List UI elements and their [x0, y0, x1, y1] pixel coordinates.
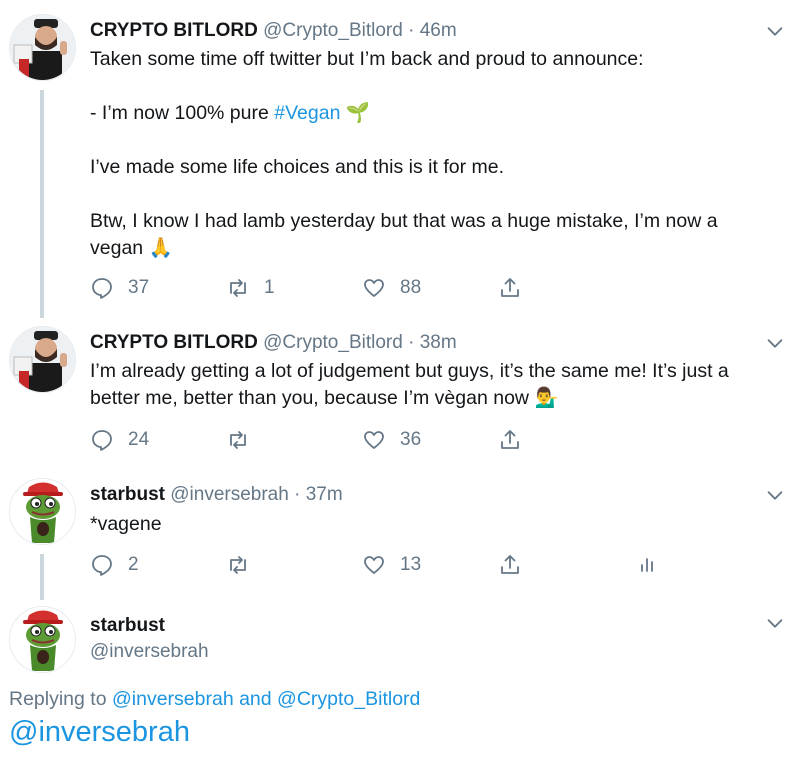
- display-name[interactable]: CRYPTO BITLORD: [90, 332, 258, 353]
- heart-icon: [364, 279, 384, 297]
- reply-user-link[interactable]: @Crypto_Bitlord: [277, 688, 420, 710]
- tweet-actions: 24 36: [90, 428, 690, 452]
- tweet-header: starbust @inversebrah · 37m: [90, 483, 343, 507]
- chevron-down-icon[interactable]: [764, 484, 786, 506]
- replying-prefix: Replying to: [9, 688, 112, 710]
- hashtag-link[interactable]: #Vegan: [274, 102, 340, 124]
- reply-icon: [92, 430, 112, 451]
- display-name[interactable]: starbust: [90, 613, 209, 639]
- tweet-line: I’m already getting a lot of judgement b…: [90, 360, 729, 382]
- display-name[interactable]: CRYPTO BITLORD: [90, 20, 258, 41]
- tweet-line-text: - I’m now 100% pure: [90, 102, 275, 124]
- tweet-line: vegan 🙏: [90, 235, 770, 262]
- tweet-actions: 37 1 88: [90, 276, 690, 300]
- tweet-line: *vagene: [90, 513, 162, 535]
- pray-emoji: 🙏: [148, 237, 173, 259]
- avatar[interactable]: [9, 14, 76, 81]
- timestamp[interactable]: 38m: [420, 332, 457, 353]
- reply-button[interactable]: 37: [90, 276, 149, 300]
- reply-icon: [92, 555, 112, 576]
- user-handle[interactable]: @Crypto_Bitlord: [263, 332, 403, 353]
- tweet-line: Btw, I know I had lamb yesterday but tha…: [90, 210, 718, 232]
- reply-count: 2: [128, 554, 139, 575]
- retweet-icon: [230, 279, 246, 297]
- reply-count: 24: [128, 429, 150, 450]
- like-button[interactable]: 13: [362, 553, 421, 577]
- retweet-button[interactable]: 1: [226, 276, 275, 300]
- reply-user-link[interactable]: @inversebrah: [112, 688, 234, 710]
- avatar[interactable]: [9, 478, 76, 545]
- tweet-actions: 2 13: [90, 553, 690, 577]
- thread-line: [40, 90, 44, 318]
- like-button[interactable]: 88: [362, 276, 421, 300]
- tweet-header: CRYPTO BITLORD @Crypto_Bitlord · 38m: [90, 331, 457, 355]
- tweet-line: - I’m now 100% pure #Vegan 🌱: [90, 100, 770, 127]
- reply-and[interactable]: and: [234, 688, 277, 710]
- share-icon: [501, 555, 519, 574]
- tweet-header: CRYPTO BITLORD @Crypto_Bitlord · 46m: [90, 19, 457, 43]
- user-handle[interactable]: @inversebrah: [170, 484, 289, 505]
- avatar[interactable]: [9, 606, 76, 673]
- analytics-icon: [641, 558, 653, 572]
- replying-to: Replying to @inversebrah and @Crypto_Bit…: [9, 688, 420, 711]
- seedling-emoji: 🌱: [345, 102, 371, 124]
- reply-count: 37: [128, 277, 150, 298]
- separator-dot: ·: [408, 332, 415, 353]
- tweet-text: I’m already getting a lot of judgement b…: [90, 358, 770, 412]
- display-name[interactable]: starbust: [90, 484, 165, 505]
- heart-icon: [364, 431, 384, 449]
- user-handle[interactable]: @Crypto_Bitlord: [263, 20, 403, 41]
- thread-line: [40, 554, 44, 600]
- retweet-icon: [230, 431, 246, 449]
- tweet-text: Taken some time off twitter but I’m back…: [90, 46, 770, 262]
- retweet-count: 1: [264, 277, 275, 298]
- tweet-line: Taken some time off twitter but I’m back…: [90, 48, 644, 70]
- tweet-header: starbust @inversebrah: [90, 613, 209, 665]
- separator-dot: ·: [408, 20, 415, 41]
- like-count: 13: [400, 554, 422, 575]
- tweet-line-text: better me, better than you, because I’m …: [90, 387, 535, 409]
- avatar[interactable]: [9, 326, 76, 393]
- timestamp[interactable]: 37m: [306, 484, 343, 505]
- tipping-hand-emoji: 💁‍♂️: [534, 387, 559, 409]
- heart-icon: [364, 556, 384, 574]
- tweet-line: I’ve made some life choices and this is …: [90, 156, 505, 178]
- share-icon: [501, 430, 519, 449]
- tweet-line-text: vegan: [90, 237, 149, 259]
- like-button[interactable]: 36: [362, 428, 421, 452]
- separator-dot: ·: [294, 484, 301, 505]
- like-count: 36: [400, 429, 422, 450]
- share-button[interactable]: [498, 428, 522, 452]
- reply-button[interactable]: 24: [90, 428, 149, 452]
- retweet-button[interactable]: [226, 553, 264, 577]
- share-icon: [501, 278, 519, 297]
- analytics-button[interactable]: [635, 553, 659, 577]
- retweet-icon: [230, 556, 246, 574]
- like-count: 88: [400, 277, 422, 298]
- tweet-text: *vagene: [90, 511, 770, 538]
- chevron-down-icon[interactable]: [764, 332, 786, 354]
- share-button[interactable]: [498, 276, 522, 300]
- reply-button[interactable]: 2: [90, 553, 139, 577]
- chevron-down-icon[interactable]: [764, 20, 786, 42]
- user-handle[interactable]: @inversebrah: [90, 639, 209, 665]
- timestamp[interactable]: 46m: [420, 20, 457, 41]
- retweet-button[interactable]: [226, 428, 264, 452]
- reply-icon: [92, 278, 112, 299]
- tweet-line: better me, better than you, because I’m …: [90, 385, 770, 412]
- reply-compose-input[interactable]: @inversebrah: [9, 716, 190, 749]
- chevron-down-icon[interactable]: [764, 612, 786, 634]
- share-button[interactable]: [498, 553, 522, 577]
